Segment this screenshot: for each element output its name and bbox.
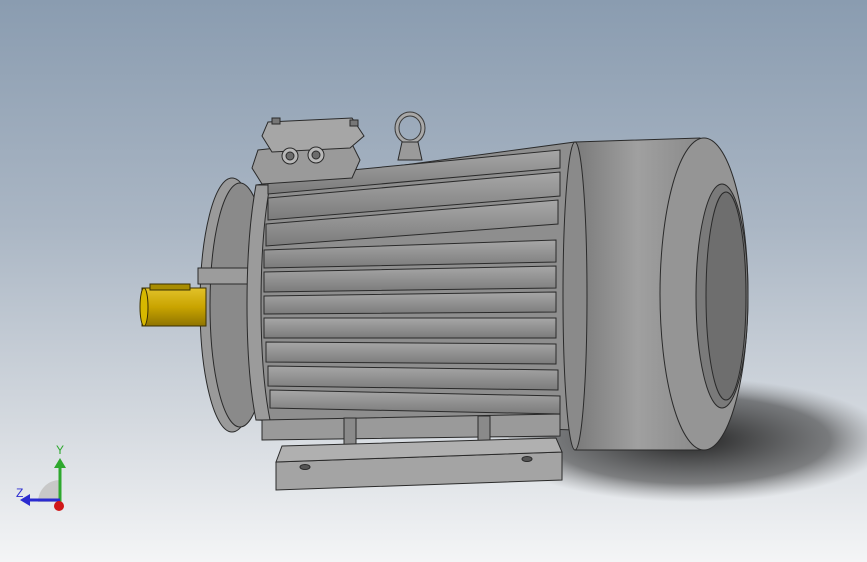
y-axis-label: Y [56,443,65,457]
motor-model[interactable] [0,0,867,562]
y-axis-arrow [54,458,66,468]
cable-gland-left[interactable] [281,147,299,165]
mounting-feet[interactable] [261,413,563,491]
graphics-viewport[interactable]: Y Z [0,0,867,562]
x-axis-dot [54,501,64,511]
lifting-eye-bolt[interactable] [394,111,426,161]
fan-cover[interactable] [562,137,749,451]
cable-gland-right[interactable] [307,146,325,164]
cooling-fins [263,149,561,415]
motor-shaft[interactable] [139,283,207,327]
z-axis-label: Z [16,486,24,500]
terminal-box[interactable] [251,117,365,185]
